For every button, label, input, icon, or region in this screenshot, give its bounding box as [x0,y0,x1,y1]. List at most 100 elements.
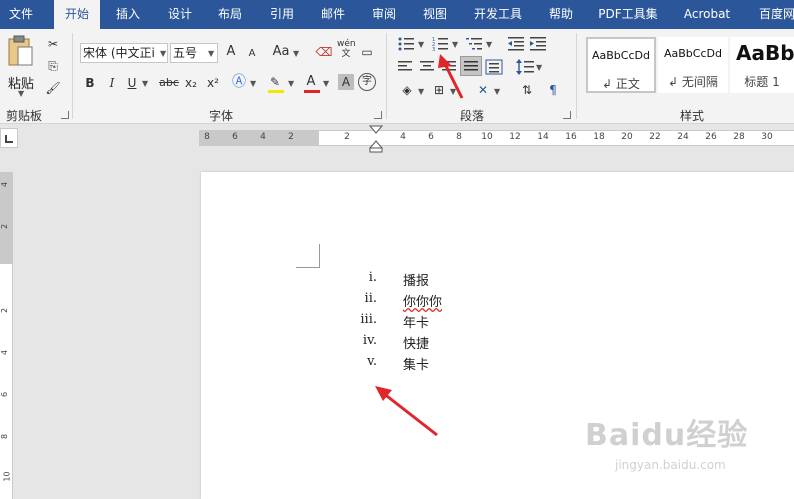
text-effects-dropdown-icon[interactable]: ▼ [250,79,256,88]
list-text: 快捷 [403,337,430,352]
decrease-indent-icon[interactable] [508,37,524,51]
change-case-dropdown-icon[interactable]: ▼ [293,49,299,58]
subscript-button[interactable]: x₂ [182,74,200,92]
highlight-icon[interactable]: ✎ [266,73,284,91]
line-spacing-icon[interactable] [516,59,534,75]
tab-baidu[interactable]: 百度网 [752,0,794,29]
text-effects-icon[interactable]: Ⓐ [230,73,248,91]
shading-icon[interactable]: ◈ [398,81,416,99]
list-item[interactable]: iv. 快捷 [351,333,551,354]
shrink-font-button[interactable]: A [244,45,260,63]
clipboard-icon [8,35,33,66]
font-size-dropdown-icon[interactable]: ▼ [208,49,214,58]
enclose-characters-button[interactable]: 字 [358,73,376,91]
phonetic-guide-button[interactable]: wén 文 [337,39,356,59]
bold-button[interactable]: B [82,74,98,92]
align-left-icon[interactable] [398,61,412,73]
indent-marker-icon[interactable] [368,125,384,153]
distributed-icon[interactable] [485,59,503,75]
chinese-layout-dropdown-icon[interactable]: ▼ [494,87,500,96]
numbering-dropdown-icon[interactable]: ▼ [452,40,458,49]
font-name-dropdown-icon[interactable]: ▼ [160,49,166,58]
italic-button[interactable]: I [104,74,120,92]
bullets-icon[interactable] [398,37,414,51]
tab-references[interactable]: 引用 [262,0,302,29]
phonetic-pinyin: wén [337,39,356,49]
style-normal[interactable]: AaBbCcDd ↲ 正文 [586,37,656,93]
highlight-dropdown-icon[interactable]: ▼ [288,79,294,88]
copy-icon[interactable]: ⎘ [44,57,62,75]
align-center-icon[interactable] [420,61,434,73]
font-color-button[interactable]: A [302,73,320,91]
tab-design[interactable]: 设计 [160,0,200,29]
highlight-color-bar [268,90,284,93]
ruler-number: 2 [344,132,350,142]
vertical-ruler[interactable]: 4 2 2 4 6 8 10 [0,172,13,499]
tab-pdf-tools[interactable]: PDF工具集 [593,0,663,29]
show-hide-marks-icon[interactable]: ¶ [544,81,562,99]
tab-layout[interactable]: 布局 [210,0,250,29]
style-heading-1[interactable]: AaBb 标题 1 [730,37,794,93]
cut-icon[interactable]: ✂ [44,35,62,53]
font-color-dropdown-icon[interactable]: ▼ [323,79,329,88]
paragraph-launcher-icon[interactable] [563,111,571,119]
sort-icon[interactable]: ⇅ [518,81,536,99]
tab-home[interactable]: 开始 [54,0,100,29]
vruler-number: 4 [0,181,10,188]
ruler-number: 6 [232,132,238,142]
paragraph-group-label: 段落 [460,109,485,123]
chinese-layout-icon[interactable]: ✕ [474,81,492,99]
borders-icon[interactable]: ⊞ [430,81,448,99]
clipboard-launcher-icon[interactable] [61,111,69,119]
superscript-button[interactable]: x² [204,74,222,92]
tab-selector[interactable] [0,128,18,148]
watermark-brand: Baidu经验 [585,418,749,453]
divider [576,33,577,119]
align-right-icon[interactable] [442,61,456,73]
tab-developer[interactable]: 开发工具 [467,0,529,29]
watermark-url: jingyan.baidu.com [615,458,726,472]
paste-dropdown-icon: ▼ [18,89,25,98]
clear-format-icon[interactable]: ⌫ [314,43,334,61]
underline-button[interactable]: U [124,74,140,92]
format-painter-icon[interactable]: 🖌 [44,79,62,97]
tab-review[interactable]: 审阅 [364,0,404,29]
tab-help[interactable]: 帮助 [541,0,581,29]
increase-indent-icon[interactable] [530,37,546,51]
bullets-dropdown-icon[interactable]: ▼ [418,40,424,49]
change-case-button[interactable]: Aa [270,43,292,61]
style-no-spacing[interactable]: AaBbCcDd ↲ 无间隔 [658,37,728,93]
justify-button[interactable] [460,56,482,76]
grow-font-button[interactable]: A [222,43,240,61]
multilevel-list-icon[interactable] [466,37,482,51]
vruler-number: 10 [2,471,12,482]
list-item[interactable]: i. 播报 [351,270,551,291]
underline-dropdown-icon[interactable]: ▼ [142,79,148,88]
strikethrough-button[interactable]: abc [158,74,180,92]
line-spacing-dropdown-icon[interactable]: ▼ [536,63,542,72]
vruler-number: 6 [0,391,10,398]
list-item[interactable]: iii. 年卡 [351,312,551,333]
paste-button[interactable]: 粘贴 ▼ [4,33,38,99]
style-name-text: 正文 [615,77,640,91]
shading-dropdown-icon[interactable]: ▼ [418,87,424,96]
font-launcher-icon[interactable] [374,111,382,119]
style-name: 标题 1 [744,75,780,89]
multilevel-dropdown-icon[interactable]: ▼ [486,40,492,49]
tab-insert[interactable]: 插入 [108,0,148,29]
numbering-icon[interactable]: 1 2 3 [432,37,448,53]
character-border-icon[interactable]: ▭ [358,43,376,61]
list-marker: i. [368,270,377,285]
list-item[interactable]: ii. 你你你 [351,291,551,312]
list-item[interactable]: v. 集卡 [351,354,551,375]
character-shading-button[interactable]: A [338,74,354,90]
tab-file[interactable]: 文件 [0,0,42,29]
ribbon: 粘贴 ▼ ✂ ⎘ 🖌 剪贴板 宋体 (中文正i ▼ 五号 ▼ A A Aa ▼ … [0,29,794,124]
borders-dropdown-icon[interactable]: ▼ [450,87,456,96]
tab-acrobat[interactable]: Acrobat [677,0,737,29]
font-color-bar [304,90,320,93]
horizontal-ruler[interactable]: 8 6 4 2 2 4 6 8 10 12 14 16 18 20 22 24 … [199,130,794,146]
tab-view[interactable]: 视图 [415,0,455,29]
font-name-input[interactable]: 宋体 (中文正i [80,43,168,63]
tab-mailings[interactable]: 邮件 [313,0,353,29]
